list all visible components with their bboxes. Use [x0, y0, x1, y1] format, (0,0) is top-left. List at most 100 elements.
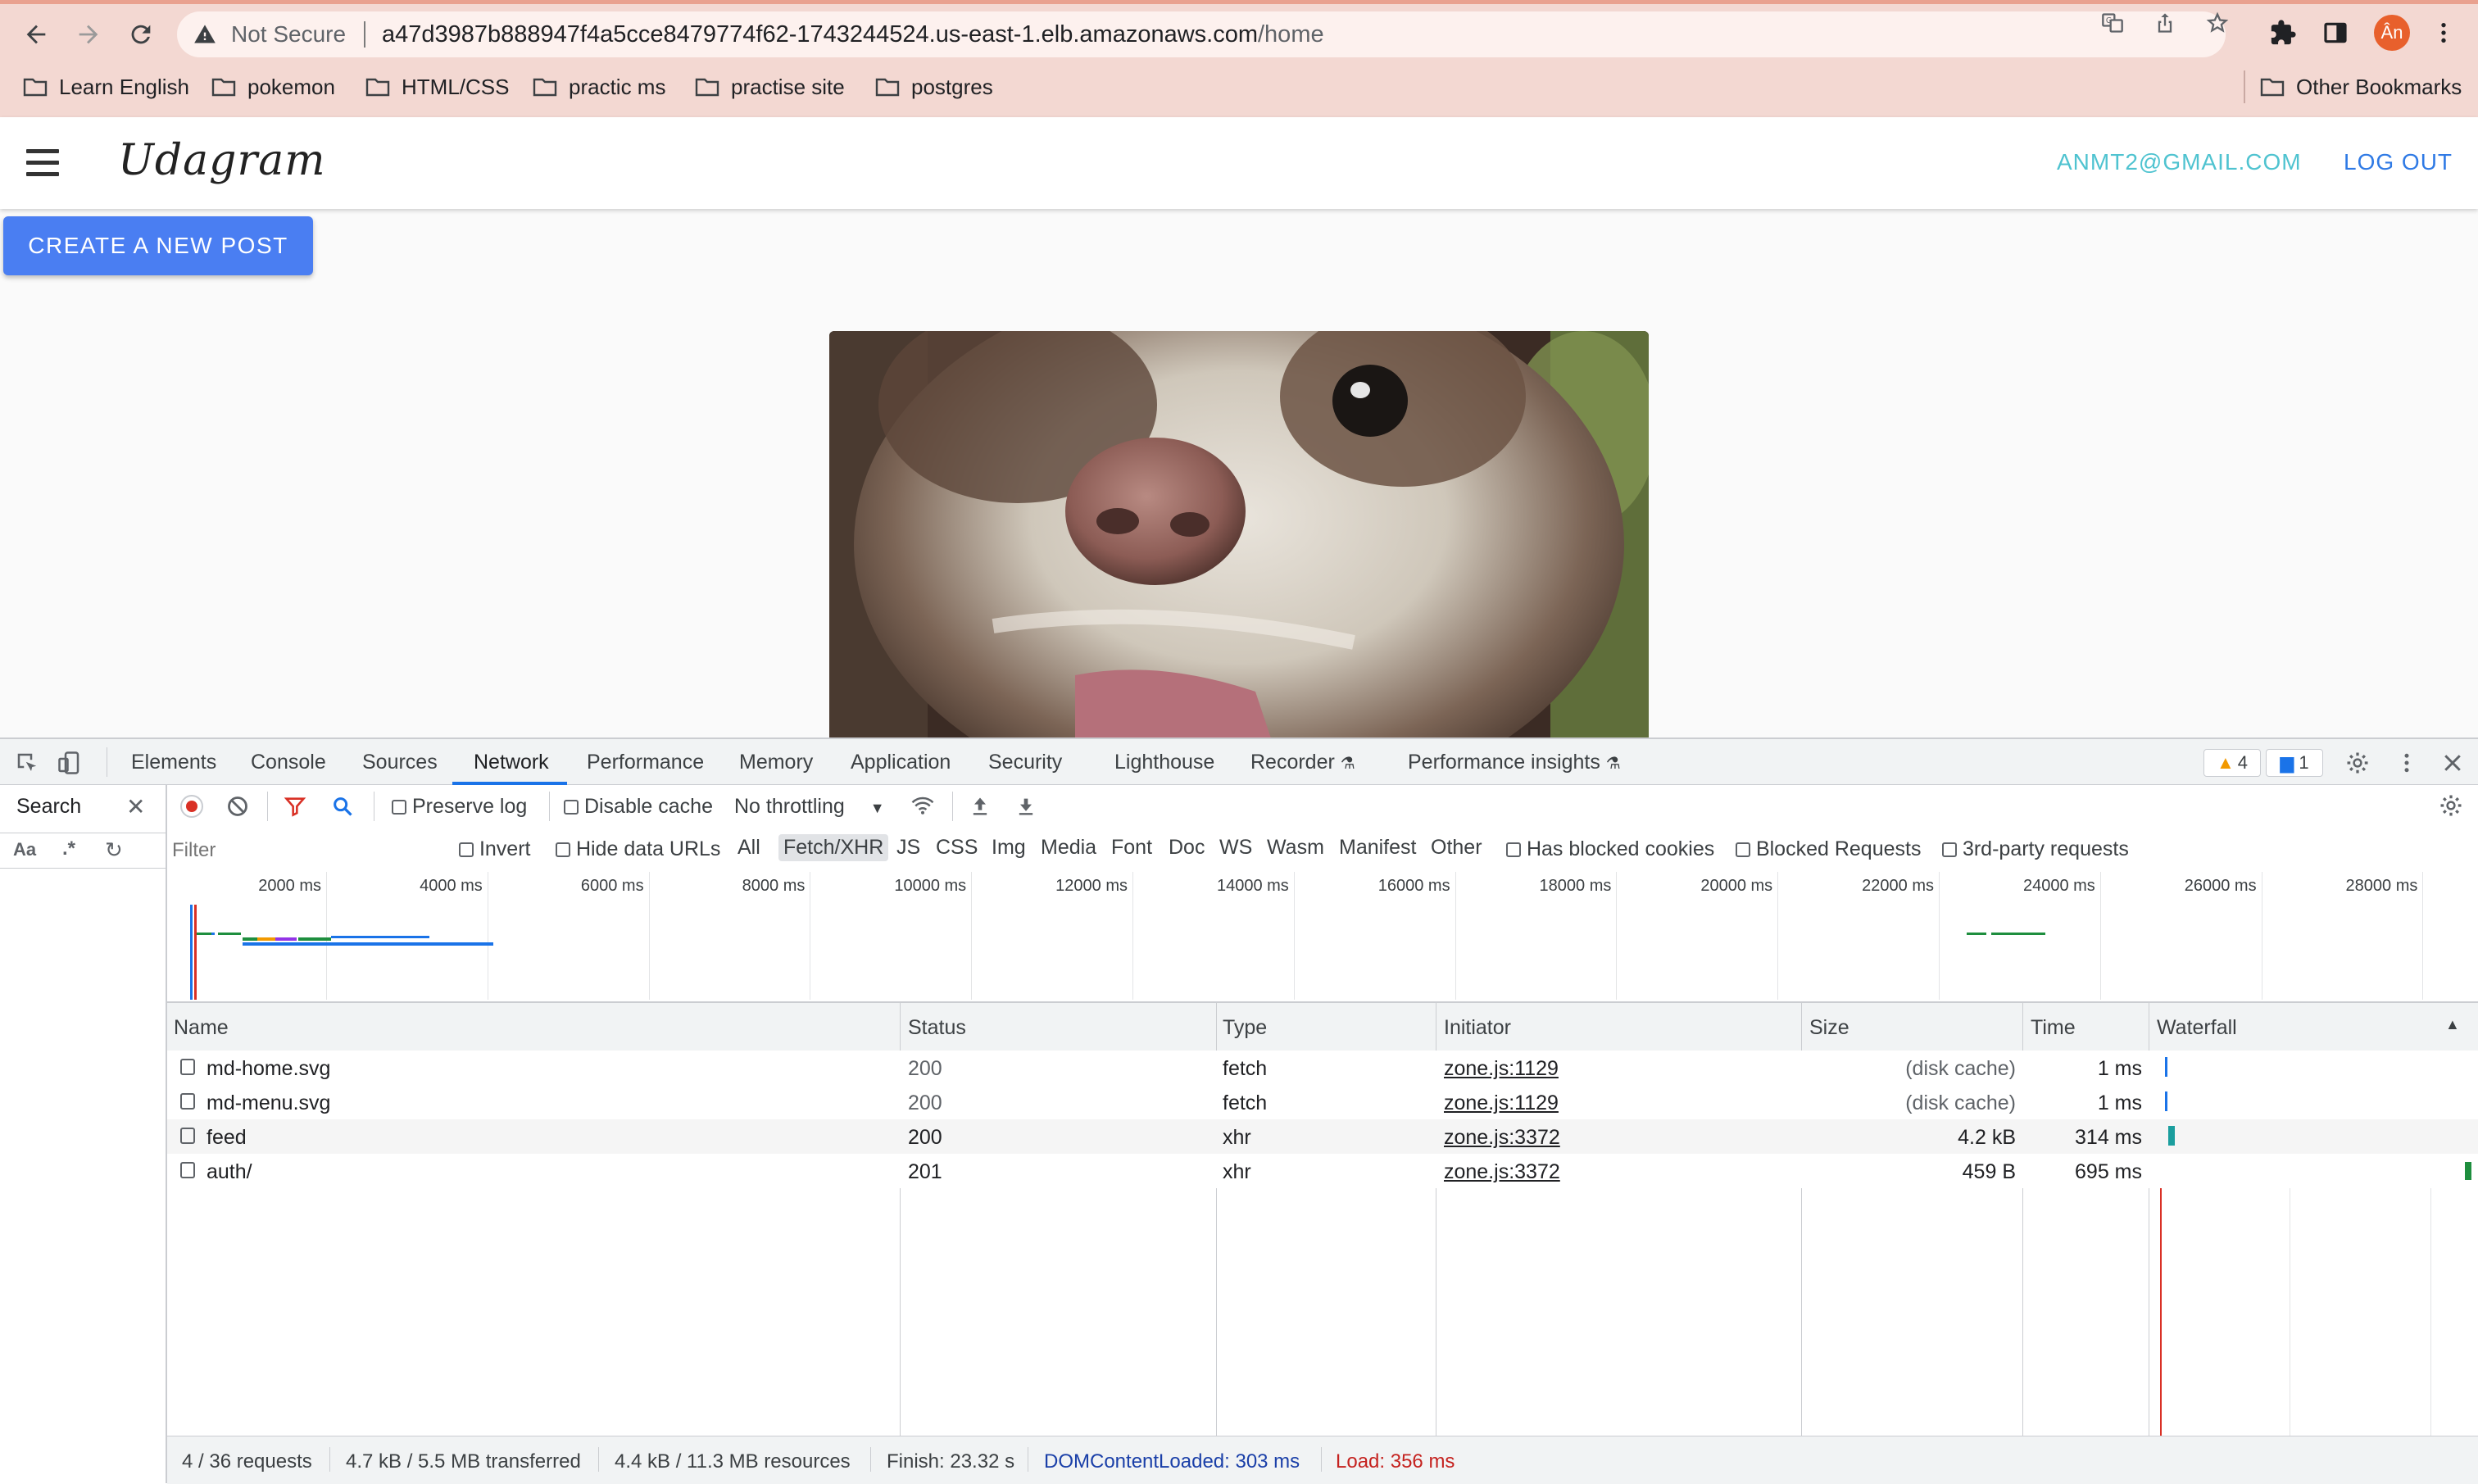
tab-performance-insights[interactable]: Performance insights ⚗: [1408, 751, 1621, 774]
invert-checkbox[interactable]: Invert: [459, 837, 530, 861]
tab-memory[interactable]: Memory: [739, 751, 813, 774]
more-vert-icon[interactable]: [2394, 751, 2419, 775]
type-filter-ws[interactable]: WS: [1219, 836, 1252, 860]
warnings-counter[interactable]: ▲ 4: [2203, 749, 2261, 777]
type-filter-wasm[interactable]: Wasm: [1267, 836, 1324, 860]
throttling-select[interactable]: No throttling ▼: [734, 795, 885, 819]
network-conditions-icon[interactable]: [910, 793, 936, 818]
side-panel-button[interactable]: [2319, 16, 2352, 49]
type-filter-fetch-xhr[interactable]: Fetch/XHR: [778, 834, 889, 861]
type-filter-font[interactable]: Font: [1111, 836, 1152, 860]
column-time[interactable]: Time: [2031, 1016, 2076, 1040]
network-settings-icon[interactable]: [2439, 793, 2463, 818]
waterfall-bar: [2165, 1091, 2167, 1111]
has-blocked-cookies-checkbox[interactable]: Has blocked cookies: [1506, 837, 1714, 861]
hide-data-urls-checkbox[interactable]: Hide data URLs: [556, 837, 720, 861]
type-filter-img[interactable]: Img: [992, 836, 1026, 860]
column-type[interactable]: Type: [1223, 1016, 1267, 1040]
bookmark-practic-ms[interactable]: practic ms: [533, 72, 665, 102]
inspect-element-icon[interactable]: [15, 751, 39, 775]
type-filter-css[interactable]: CSS: [936, 836, 978, 860]
bookmark-practise-site[interactable]: practise site: [695, 72, 845, 102]
checkbox-box: [1506, 842, 1521, 858]
blocked-requests-checkbox[interactable]: Blocked Requests: [1736, 837, 1921, 861]
request-name[interactable]: auth/: [206, 1160, 252, 1184]
sort-ascending-icon[interactable]: ▲: [2445, 1016, 2460, 1033]
request-initiator[interactable]: zone.js:3372: [1444, 1160, 1560, 1184]
tab-recorder[interactable]: Recorder ⚗: [1250, 751, 1355, 774]
request-name[interactable]: md-home.svg: [206, 1057, 330, 1081]
filter-icon[interactable]: [284, 795, 306, 818]
create-post-button[interactable]: CREATE A NEW POST: [3, 216, 313, 275]
toolbar-divider: [549, 792, 550, 821]
forward-button[interactable]: [69, 15, 108, 54]
regex-toggle[interactable]: .*: [62, 837, 75, 860]
tab-security[interactable]: Security: [988, 751, 1062, 774]
tab-performance[interactable]: Performance: [587, 751, 704, 774]
type-filter-manifest[interactable]: Manifest: [1339, 836, 1416, 860]
refresh-search-icon[interactable]: ↻: [105, 837, 123, 863]
column-status[interactable]: Status: [908, 1016, 966, 1040]
settings-gear-icon[interactable]: [2345, 751, 2370, 775]
type-filter-js[interactable]: JS: [896, 836, 920, 860]
tab-network[interactable]: Network: [474, 751, 549, 774]
other-bookmarks[interactable]: Other Bookmarks: [2260, 72, 2462, 102]
type-filter-doc[interactable]: Doc: [1169, 836, 1205, 860]
bookmark-learn-english[interactable]: Learn English: [23, 72, 189, 102]
url-text[interactable]: a47d3987b888947f4a5cce8479774f62-1743244…: [382, 21, 1324, 48]
record-button[interactable]: [180, 795, 203, 818]
tab-console[interactable]: Console: [251, 751, 326, 774]
bookmark-postgres[interactable]: postgres: [875, 72, 993, 102]
not-secure-label[interactable]: Not Secure: [231, 21, 346, 48]
bookmark-label: practise site: [731, 74, 845, 99]
device-toolbar-icon[interactable]: [57, 751, 82, 775]
user-email[interactable]: ANMT2@GMAIL.COM: [2057, 149, 2302, 175]
column-waterfall[interactable]: Waterfall: [2157, 1016, 2237, 1040]
request-initiator[interactable]: zone.js:3372: [1444, 1126, 1560, 1150]
preserve-log-checkbox[interactable]: Preserve log: [392, 795, 527, 819]
bookmark-pokemon[interactable]: pokemon: [211, 72, 335, 102]
menu-icon[interactable]: [26, 149, 62, 179]
type-filter-all[interactable]: All: [738, 836, 760, 860]
tab-elements[interactable]: Elements: [131, 751, 216, 774]
app-brand[interactable]: Udagram: [118, 136, 326, 185]
type-filter-other[interactable]: Other: [1431, 836, 1482, 860]
request-type: xhr: [1223, 1160, 1251, 1183]
column-initiator[interactable]: Initiator: [1444, 1016, 1511, 1040]
request-name[interactable]: md-menu.svg: [206, 1091, 330, 1115]
request-type: xhr: [1223, 1126, 1251, 1149]
column-name[interactable]: Name: [174, 1016, 229, 1040]
column-size[interactable]: Size: [1809, 1016, 1849, 1040]
messages-counter[interactable]: ▆ 1: [2266, 749, 2323, 777]
search-icon[interactable]: [331, 795, 354, 818]
bookmark-star-icon[interactable]: [2206, 11, 2229, 34]
request-name[interactable]: feed: [206, 1126, 247, 1150]
import-har-icon[interactable]: [969, 795, 992, 818]
tab-application[interactable]: Application: [851, 751, 951, 774]
overview-tick-label: 6000 ms: [580, 877, 644, 895]
third-party-checkbox[interactable]: 3rd-party requests: [1942, 837, 2129, 861]
back-button[interactable]: [16, 15, 56, 54]
tab-lighthouse[interactable]: Lighthouse: [1114, 751, 1214, 774]
browser-menu-button[interactable]: [2427, 16, 2460, 49]
match-case-toggle[interactable]: Aa: [13, 839, 36, 860]
type-filter-media[interactable]: Media: [1041, 836, 1096, 860]
bookmark-html-css[interactable]: HTML/CSS: [365, 72, 509, 102]
reload-button[interactable]: [121, 15, 161, 54]
request-initiator[interactable]: zone.js:1129: [1444, 1057, 1559, 1081]
post-image: [829, 331, 1649, 741]
clear-icon[interactable]: [226, 795, 249, 818]
address-bar[interactable]: Not Secure a47d3987b888947f4a5cce8479774…: [177, 11, 2226, 57]
request-initiator[interactable]: zone.js:1129: [1444, 1091, 1559, 1115]
export-har-icon[interactable]: [1014, 795, 1037, 818]
logout-button[interactable]: LOG OUT: [2344, 149, 2453, 175]
share-icon[interactable]: [2154, 11, 2176, 34]
disable-cache-checkbox[interactable]: Disable cache: [564, 795, 713, 819]
profile-avatar[interactable]: Ân: [2374, 15, 2410, 51]
close-devtools-icon[interactable]: [2440, 751, 2465, 775]
extensions-button[interactable]: [2267, 16, 2299, 49]
filter-input[interactable]: [170, 836, 441, 865]
close-search-icon[interactable]: ✕: [126, 793, 145, 820]
tab-sources[interactable]: Sources: [362, 751, 438, 774]
translate-icon[interactable]: G: [2101, 11, 2124, 34]
